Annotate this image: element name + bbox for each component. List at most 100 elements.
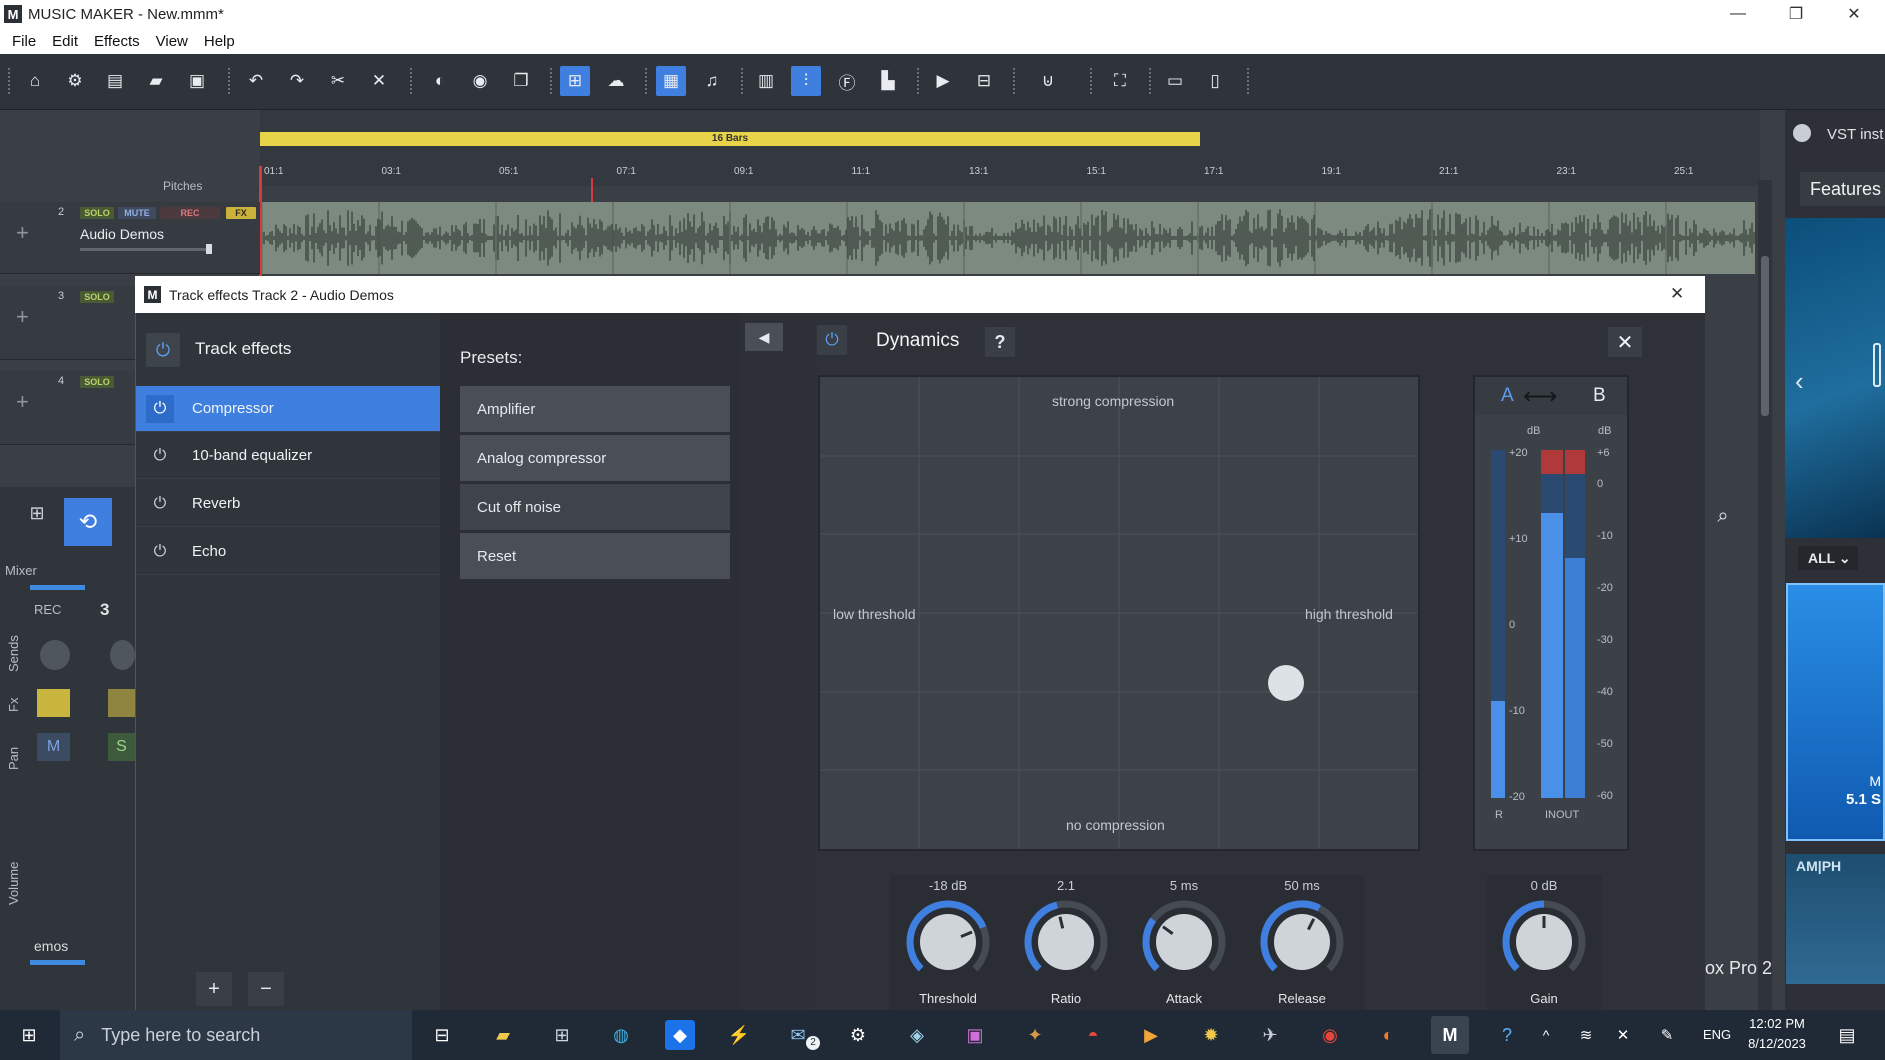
- effect-compressor[interactable]: ⏻ Compressor: [136, 386, 440, 432]
- home-icon[interactable]: ⌂: [20, 66, 50, 96]
- fx-button[interactable]: FX: [226, 207, 256, 219]
- chevron-left-icon[interactable]: ‹: [1795, 366, 1804, 397]
- task-view-icon[interactable]: ⊟: [427, 1020, 457, 1050]
- settings-icon[interactable]: ⚙: [843, 1020, 873, 1050]
- language-indicator[interactable]: ENG: [1703, 1027, 1731, 1042]
- clock-date[interactable]: 8/12/2023: [1740, 1036, 1814, 1051]
- track-header-2[interactable]: + 2 SOLO MUTE REC FX Audio Demos: [0, 202, 260, 274]
- mixer-icon[interactable]: ⫶: [791, 66, 821, 96]
- preset-reset[interactable]: Reset: [460, 533, 730, 579]
- keyboard-icon[interactable]: ▥: [751, 66, 781, 96]
- audio-clip[interactable]: [261, 202, 1755, 274]
- remove-effect-button[interactable]: −: [248, 972, 284, 1006]
- close-window-button[interactable]: ✕: [1825, 0, 1883, 28]
- add-track-icon[interactable]: ⊞: [22, 498, 52, 528]
- search-input[interactable]: ⌕ Type here to search: [60, 1010, 412, 1060]
- undo-icon[interactable]: ↶: [241, 66, 271, 96]
- ab-arrow-icon[interactable]: ⟷: [1523, 382, 1557, 411]
- power-icon[interactable]: ⏻: [146, 333, 180, 367]
- wifi-icon[interactable]: ≋: [1571, 1020, 1601, 1050]
- minimize-button[interactable]: —: [1709, 0, 1767, 28]
- edge-icon[interactable]: ◍: [606, 1020, 636, 1050]
- redo-icon[interactable]: ↷: [282, 66, 312, 96]
- menu-effects[interactable]: Effects: [94, 33, 140, 50]
- pen-icon[interactable]: ✎: [1652, 1020, 1682, 1050]
- pad-handle[interactable]: [1268, 665, 1304, 701]
- store-icon[interactable]: ⊞: [547, 1020, 577, 1050]
- loop-range-bar[interactable]: 16 Bars: [260, 132, 1200, 146]
- features-tab[interactable]: Features: [1800, 172, 1885, 206]
- record-disc-icon[interactable]: ◉: [465, 66, 495, 96]
- snap-magnet-icon[interactable]: ⊍: [1033, 66, 1063, 96]
- menu-edit[interactable]: Edit: [52, 33, 78, 50]
- app-icon[interactable]: ✹: [1196, 1020, 1226, 1050]
- firefox-icon[interactable]: ◐: [1373, 1020, 1403, 1050]
- preset-cut-off-noise[interactable]: Cut off noise: [460, 484, 730, 530]
- volume-slider-handle[interactable]: [206, 244, 212, 254]
- dropbox-icon[interactable]: ◆: [665, 1020, 695, 1050]
- folders-icon[interactable]: ❐: [506, 66, 536, 96]
- send-knob[interactable]: [40, 640, 70, 670]
- video-icon[interactable]: ▶: [928, 66, 958, 96]
- knob-release[interactable]: [1257, 897, 1347, 987]
- close-dialog-button[interactable]: ✕: [1670, 284, 1684, 304]
- metronome-icon[interactable]: ◐: [425, 66, 455, 96]
- app-icon[interactable]: ✈: [1255, 1020, 1285, 1050]
- solo-button[interactable]: SOLO: [80, 291, 114, 303]
- start-icon[interactable]: ⊞: [14, 1020, 44, 1050]
- split-icon[interactable]: ⊟: [969, 66, 999, 96]
- clock-time[interactable]: 12:02 PM: [1740, 1016, 1814, 1031]
- solo-button[interactable]: SOLO: [80, 376, 114, 388]
- knob-attack[interactable]: [1139, 897, 1229, 987]
- cloud-upload-icon[interactable]: ☁: [601, 66, 631, 96]
- grid-icon[interactable]: ▦: [656, 66, 686, 96]
- new-file-icon[interactable]: ▤: [100, 66, 130, 96]
- scrollbar-thumb[interactable]: [1761, 256, 1769, 416]
- volume-slider[interactable]: [80, 248, 210, 251]
- power-icon[interactable]: ⏻: [146, 490, 174, 518]
- panel-icon[interactable]: ▯: [1200, 66, 1230, 96]
- power-icon[interactable]: ⏻: [146, 442, 174, 470]
- compression-xy-pad[interactable]: strong compression no compression low th…: [818, 375, 1420, 851]
- mute-button[interactable]: M: [37, 733, 70, 761]
- vertical-scrollbar[interactable]: [1758, 180, 1772, 1010]
- back-arrow-button[interactable]: ◀: [745, 323, 783, 351]
- b-button[interactable]: B: [1593, 385, 1606, 407]
- vst-toggle-icon[interactable]: [1793, 124, 1811, 142]
- product-card-2[interactable]: AM|PH: [1786, 854, 1885, 984]
- open-folder-icon[interactable]: ▰: [141, 66, 171, 96]
- preset-analog-compressor[interactable]: Analog compressor: [460, 435, 730, 481]
- timeline-ruler[interactable]: [260, 110, 1760, 186]
- solo-button[interactable]: SOLO: [80, 207, 114, 219]
- chart-icon[interactable]: ▙: [873, 66, 903, 96]
- filter-dropdown[interactable]: ALL ⌄: [1798, 546, 1858, 570]
- power-icon[interactable]: ⏻: [817, 325, 847, 355]
- mixer-rec-label[interactable]: REC: [34, 602, 61, 617]
- media-player-icon[interactable]: ▶: [1136, 1020, 1166, 1050]
- knob-gain[interactable]: [1499, 897, 1589, 987]
- delete-icon[interactable]: ✕: [364, 66, 394, 96]
- help-button[interactable]: ?: [985, 327, 1015, 357]
- product-card[interactable]: M 5.1 S: [1786, 583, 1885, 841]
- menu-view[interactable]: View: [156, 33, 188, 50]
- music-maker-taskbar-icon[interactable]: M: [1431, 1016, 1469, 1054]
- monitor-icon[interactable]: ▭: [1160, 66, 1190, 96]
- app-icon[interactable]: ◓: [1078, 1020, 1108, 1050]
- app-icon[interactable]: ✦: [1020, 1020, 1050, 1050]
- music-note-icon[interactable]: ♫: [697, 66, 727, 96]
- tray-expand-icon[interactable]: ^: [1531, 1020, 1561, 1050]
- add-icon[interactable]: +: [16, 304, 29, 330]
- cut-icon[interactable]: ✂: [323, 66, 353, 96]
- feature-banner-image[interactable]: ‹: [1785, 218, 1885, 538]
- mute-button[interactable]: MUTE: [118, 207, 156, 219]
- ab-compare[interactable]: A ⟷ B: [1475, 377, 1627, 415]
- add-icon[interactable]: +: [16, 220, 29, 246]
- volume-muted-icon[interactable]: ✕: [1608, 1020, 1638, 1050]
- effect-reverb[interactable]: ⏻ Reverb: [136, 481, 440, 527]
- loop-icon[interactable]: ⟲: [64, 498, 112, 546]
- fx-icon[interactable]: Ⓕ: [832, 66, 862, 96]
- effect-10-band-equalizer[interactable]: ⏻ 10-band equalizer: [136, 433, 440, 479]
- fullscreen-icon[interactable]: ⛶: [1105, 66, 1135, 96]
- power-icon[interactable]: ⏻: [146, 394, 174, 423]
- menu-help[interactable]: Help: [204, 33, 235, 50]
